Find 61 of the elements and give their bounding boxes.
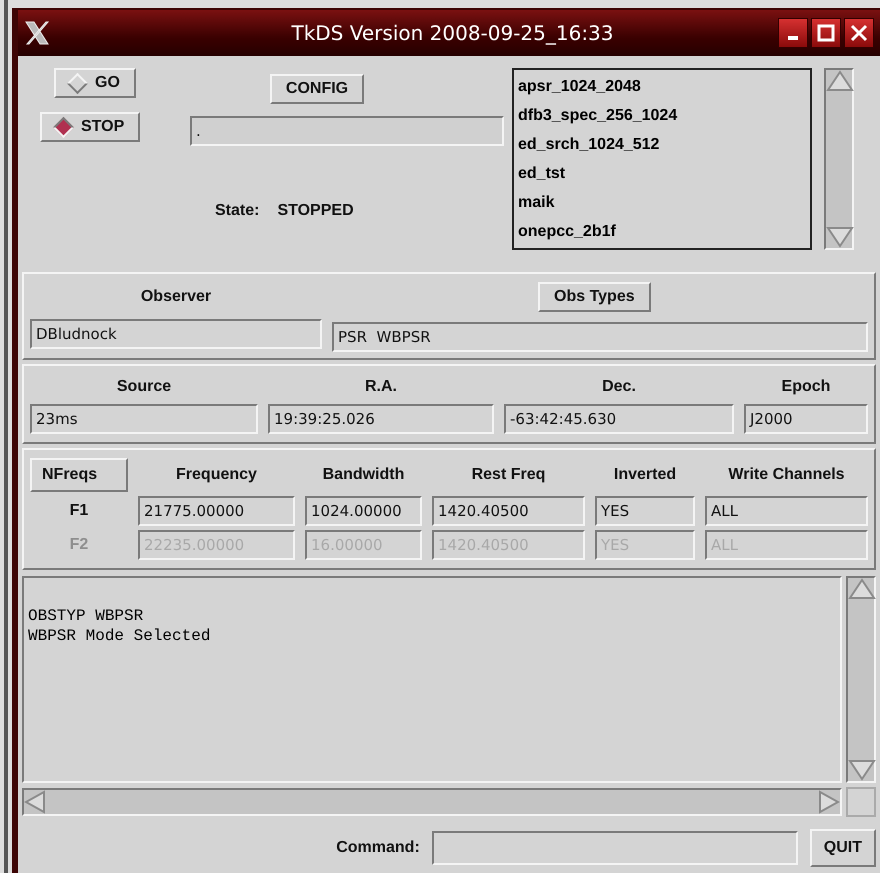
- config-button[interactable]: CONFIG: [270, 74, 364, 104]
- obs-types-field[interactable]: PSR WBPSR: [332, 322, 868, 352]
- config-list-item[interactable]: onepcc_2b1f: [518, 217, 806, 246]
- state-label: State:: [215, 202, 260, 220]
- config-list-item[interactable]: dfb3_spec_256_1024: [518, 101, 806, 130]
- minimize-icon: [788, 36, 798, 40]
- frequency-field[interactable]: 1420.40500: [432, 496, 585, 526]
- source-column-label: R.A.: [365, 378, 397, 396]
- frequency-field[interactable]: 21775.00000: [138, 496, 295, 526]
- source-column-label: Dec.: [602, 378, 636, 396]
- frequency-field[interactable]: YES: [595, 496, 695, 526]
- arrow-right-icon[interactable]: [816, 790, 840, 814]
- observer-label: Observer: [140, 288, 212, 306]
- source-column-label: Epoch: [782, 378, 830, 396]
- log-line: OBSTYP WBPSR: [28, 606, 144, 626]
- config-list-item[interactable]: ed_tst: [518, 159, 806, 188]
- arrow-up-icon[interactable]: [848, 578, 876, 602]
- config-list[interactable]: apsr_1024_2048 dfb3_spec_256_1024 ed_srch_1024_512 ed_tst maik onepcc_2b1f: [512, 68, 812, 250]
- source-field[interactable]: -63:42:45.630: [504, 404, 734, 434]
- source-field[interactable]: 23ms: [30, 404, 258, 434]
- log-vertical-scrollbar[interactable]: [846, 576, 876, 783]
- config-list-item[interactable]: ed_srch_1024_512: [518, 130, 806, 159]
- close-icon: [850, 24, 868, 42]
- status-field[interactable]: .: [190, 116, 504, 146]
- arrow-up-icon[interactable]: [826, 70, 854, 94]
- command-field[interactable]: [432, 831, 798, 865]
- obs-types-button[interactable]: Obs Types: [538, 282, 651, 312]
- x-logo-icon: [24, 20, 50, 46]
- nfreqs-button[interactable]: NFreqs: [30, 458, 128, 492]
- command-label: Command:: [336, 839, 420, 857]
- window-title: TkDS Version 2008-09-25_16:33: [290, 21, 615, 45]
- list-scrollbar[interactable]: [824, 68, 854, 250]
- log-horizontal-scrollbar[interactable]: [22, 788, 842, 816]
- maximize-icon: [817, 24, 835, 42]
- config-list-item[interactable]: maik: [518, 188, 806, 217]
- maximize-button[interactable]: [811, 18, 841, 48]
- arrow-down-icon[interactable]: [826, 224, 854, 248]
- frequency-column-label: Rest Freq: [472, 466, 546, 484]
- frequency-column-label: Bandwidth: [322, 466, 404, 484]
- minimize-button[interactable]: [778, 18, 808, 48]
- quit-button[interactable]: QUIT: [810, 829, 876, 867]
- arrow-down-icon[interactable]: [848, 757, 876, 781]
- log-line: WBPSR Mode Selected: [28, 626, 212, 646]
- frequency-column-label: Inverted: [614, 466, 676, 484]
- source-field[interactable]: 19:39:25.026: [268, 404, 494, 434]
- close-button[interactable]: [844, 18, 874, 48]
- scroll-corner: [846, 787, 876, 817]
- frequency-field[interactable]: 1024.00000: [305, 496, 422, 526]
- frequency-field[interactable]: ALL: [705, 496, 868, 526]
- run-radio[interactable]: STOP: [40, 112, 140, 142]
- frequency-row-label: F1: [70, 502, 88, 520]
- run-radio[interactable]: GO: [54, 68, 136, 98]
- observer-field[interactable]: DBludnock: [30, 319, 322, 349]
- config-list-item[interactable]: apsr_1024_2048: [518, 72, 806, 101]
- source-field[interactable]: J2000: [744, 404, 868, 434]
- frequency-column-label: Frequency: [176, 466, 257, 484]
- arrow-left-icon[interactable]: [24, 790, 48, 814]
- state-value: STOPPED: [277, 202, 354, 220]
- frequency-column-label: Write Channels: [728, 466, 845, 484]
- frequency-row-label: F2: [70, 536, 88, 554]
- source-column-label: Source: [116, 378, 172, 396]
